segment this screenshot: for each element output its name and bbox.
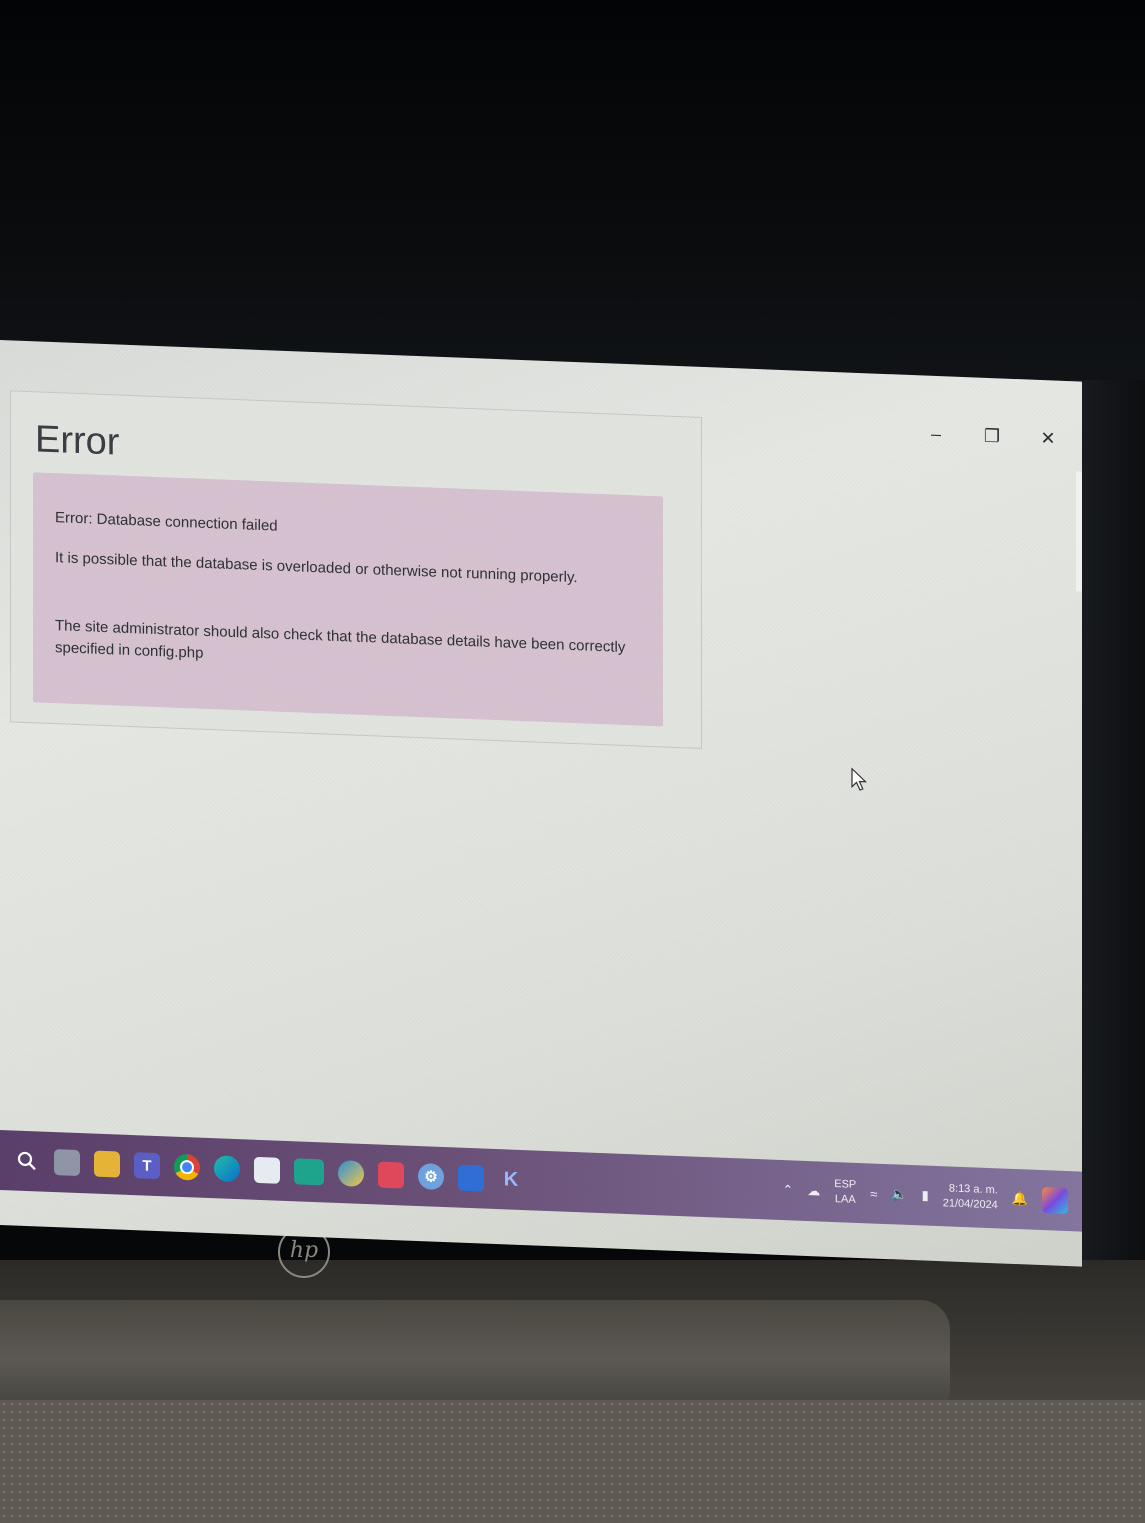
error-message: Error: Database connection failed [55,509,278,535]
scrollbar[interactable] [1076,471,1082,592]
app-red-icon[interactable] [378,1161,404,1189]
wifi-icon[interactable]: ≈ [870,1186,877,1201]
teams-icon[interactable]: T [134,1152,160,1180]
dark-background [0,0,1145,400]
notification-bell-icon[interactable]: 🔔 [1012,1191,1028,1208]
language-code: ESP [834,1178,857,1191]
app-blue-icon[interactable] [458,1164,484,1192]
page-title: Error [35,418,120,464]
language-indicator[interactable]: ESP LAA [834,1177,856,1208]
error-detail-overloaded: It is possible that the database is over… [55,549,578,587]
system-tray: ⌃ ☁ ESP LAA ≈ 🔈 ▮ 8:13 a. m. 21/04/2024 … [782,1175,1082,1217]
error-alert: Error: Database connection failed It is … [33,472,663,727]
clock[interactable]: 8:13 a. m. 21/04/2024 [943,1181,998,1213]
taskbar: T ⚙ K ⌃ ☁ ESP LAA ≈ 🔈 ▮ 8:13 a. m. 21/04… [0,1130,1082,1232]
keyboard-layout: LAA [834,1193,856,1206]
restore-icon[interactable]: ❐ [978,426,1006,447]
laptop-deck [0,1400,1145,1523]
close-icon[interactable]: ✕ [1034,428,1062,449]
file-explorer-icon[interactable] [94,1150,120,1178]
minimize-icon[interactable]: – [922,423,950,444]
taskbar-apps: T ⚙ K [0,1147,524,1193]
mouse-cursor-icon [851,767,868,791]
app-green-icon[interactable] [294,1158,324,1186]
battery-icon[interactable]: ▮ [922,1187,929,1203]
chrome-icon[interactable] [174,1153,200,1181]
chevron-up-icon[interactable]: ⌃ [782,1182,793,1198]
settings-icon[interactable]: ⚙ [418,1163,444,1191]
error-panel: Error Error: Database connection failed … [10,390,702,749]
task-view-icon[interactable] [54,1149,80,1177]
app-paint-icon[interactable] [1042,1187,1068,1215]
cloud-icon[interactable]: ☁ [807,1183,820,1199]
window-controls: – ❐ ✕ [922,423,1062,449]
store-icon[interactable] [254,1156,280,1184]
app-globe-icon[interactable] [338,1159,364,1187]
edge-icon[interactable] [214,1155,240,1183]
date-text: 21/04/2024 [942,1197,998,1212]
volume-icon[interactable]: 🔈 [891,1186,907,1203]
app-k-icon[interactable]: K [498,1166,524,1193]
error-detail-config: The site administrator should also check… [55,617,626,662]
search-icon[interactable] [14,1148,40,1175]
screen: – ❐ ✕ Error Error: Database connection f… [0,340,1082,1267]
